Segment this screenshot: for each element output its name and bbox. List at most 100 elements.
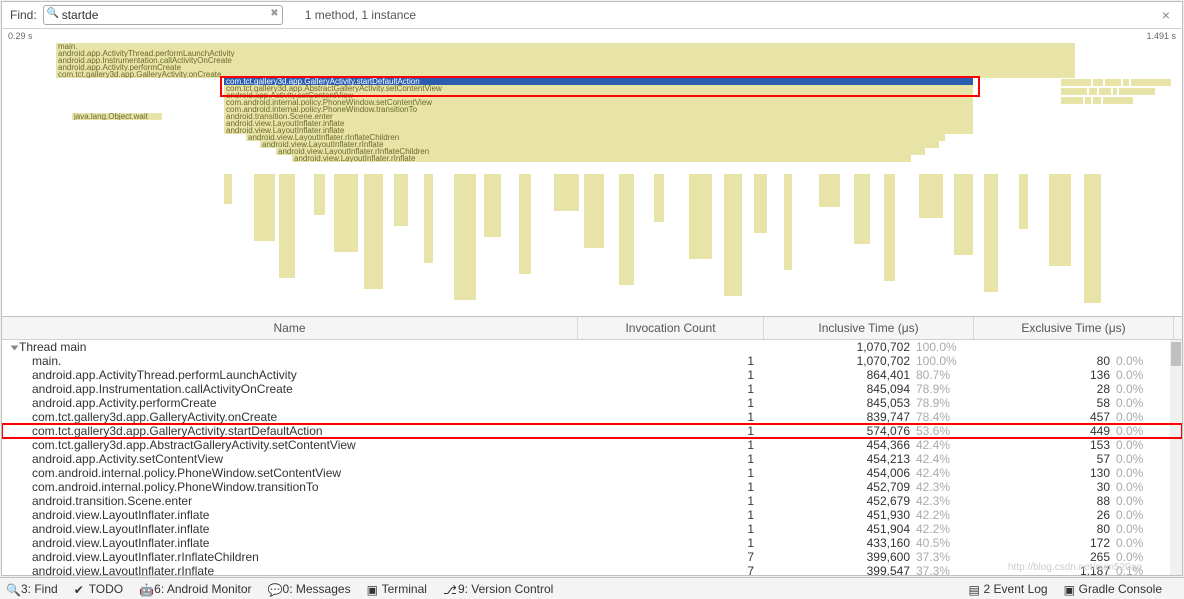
flame-bar[interactable]: android.transition.Scene.enter xyxy=(224,113,974,120)
cell-ic: 1 xyxy=(578,522,764,536)
scroll-thumb[interactable] xyxy=(1171,342,1181,366)
search-icon: 🔍 xyxy=(47,8,59,19)
flame-bar[interactable]: android.view.LayoutInflater.inflate xyxy=(224,127,974,134)
col-inclusive[interactable]: Inclusive Time (μs) xyxy=(764,317,974,339)
sb-monitor[interactable]: 🤖6: Android Monitor xyxy=(139,582,251,596)
flame-bar[interactable]: com.android.internal.policy.PhoneWindow.… xyxy=(224,106,974,113)
cell-etp: 0.0% xyxy=(1114,368,1174,382)
flame-chart[interactable]: 0.29 s 1.491 s main.android.app.Activity… xyxy=(2,29,1182,317)
cell-it: 433,160 xyxy=(764,536,914,550)
cell-itp: 53.6% xyxy=(914,424,974,438)
cell-et: 26 xyxy=(974,508,1114,522)
cell-name: com.tct.gallery3d.app.AbstractGalleryAct… xyxy=(2,438,578,452)
table-header: Name Invocation Count Inclusive Time (μs… xyxy=(2,317,1182,340)
cell-itp: 78.9% xyxy=(914,396,974,410)
cell-it: 454,006 xyxy=(764,466,914,480)
find-input-wrap: 🔍 ✖ xyxy=(43,5,283,25)
table-row[interactable]: android.view.LayoutInflater.rInflateChil… xyxy=(2,550,1182,564)
thread-row[interactable]: Thread main 1,070,702 100.0% xyxy=(2,340,1182,354)
cell-name: android.app.Activity.performCreate xyxy=(2,396,578,410)
flame-bar[interactable]: android.app.Activity.setContentView xyxy=(224,92,974,99)
table-row[interactable]: android.transition.Scene.enter1452,67942… xyxy=(2,494,1182,508)
col-invocation[interactable]: Invocation Count xyxy=(578,317,764,339)
table-row[interactable]: com.android.internal.policy.PhoneWindow.… xyxy=(2,466,1182,480)
watermark: http://blog.csdn.net/qian520ao xyxy=(1008,562,1142,573)
close-icon[interactable]: × xyxy=(1158,7,1174,23)
flame-bar[interactable]: android.app.Activity.performCreate xyxy=(56,64,1076,71)
eventlog-icon: ▤ xyxy=(969,583,981,595)
sb-gradle[interactable]: ▣Gradle Console xyxy=(1064,582,1162,596)
cell-et: 88 xyxy=(974,494,1114,508)
flame-bar[interactable]: com.tct.gallery3d.app.AbstractGalleryAct… xyxy=(224,85,974,92)
find-input[interactable] xyxy=(43,5,283,25)
sb-todo[interactable]: ✔TODO xyxy=(74,582,123,596)
table-row[interactable]: android.app.Activity.setContentView1454,… xyxy=(2,452,1182,466)
sb-find[interactable]: 🔍3: Find xyxy=(6,582,58,596)
sb-messages[interactable]: 💬0: Messages xyxy=(268,582,351,596)
table-row[interactable]: android.view.LayoutInflater.inflate1451,… xyxy=(2,522,1182,536)
table-row[interactable]: com.tct.gallery3d.app.GalleryActivity.st… xyxy=(2,424,1182,438)
flame-bar[interactable]: com.android.internal.policy.PhoneWindow.… xyxy=(224,99,974,106)
cell-name: android.app.Instrumentation.callActivity… xyxy=(2,382,578,396)
flame-bar[interactable]: android.view.LayoutInflater.rInflate xyxy=(260,141,940,148)
table-row[interactable]: android.app.ActivityThread.performLaunch… xyxy=(2,368,1182,382)
cell-etp: 0.0% xyxy=(1114,522,1174,536)
table-row[interactable]: com.tct.gallery3d.app.GalleryActivity.on… xyxy=(2,410,1182,424)
cell-it: 399,600 xyxy=(764,550,914,564)
cell-it: 399,547 xyxy=(764,564,914,575)
cell-etp: 0.0% xyxy=(1114,424,1174,438)
table-row[interactable]: android.app.Activity.performCreate1845,0… xyxy=(2,396,1182,410)
sb-eventlog[interactable]: ▤2 Event Log xyxy=(969,582,1048,596)
cell-itp: 37.3% xyxy=(914,550,974,564)
cell-et: 136 xyxy=(974,368,1114,382)
table-row[interactable]: android.view.LayoutInflater.inflate1451,… xyxy=(2,508,1182,522)
scrollbar[interactable] xyxy=(1170,340,1182,575)
terminal-icon: ▣ xyxy=(367,583,379,595)
flame-bar[interactable]: android.view.LayoutInflater.rInflateChil… xyxy=(276,148,926,155)
timeline-start: 0.29 s xyxy=(8,31,33,41)
cell-etp: 0.0% xyxy=(1114,536,1174,550)
cell-et: 153 xyxy=(974,438,1114,452)
find-status: 1 method, 1 instance xyxy=(305,8,416,22)
cell-name: android.view.LayoutInflater.inflate xyxy=(2,522,578,536)
table-row[interactable]: main.11,070,702100.0%800.0% xyxy=(2,354,1182,368)
cell-it: 864,401 xyxy=(764,368,914,382)
col-name[interactable]: Name xyxy=(2,317,578,339)
flame-bar[interactable]: main. xyxy=(56,43,1076,50)
sb-vc[interactable]: ⎇9: Version Control xyxy=(443,582,553,596)
sb-terminal[interactable]: ▣Terminal xyxy=(367,582,427,596)
flame-bar[interactable]: android.app.ActivityThread.performLaunch… xyxy=(56,50,1076,57)
flame-bar[interactable]: com.tct.gallery3d.app.GalleryActivity.st… xyxy=(224,78,974,85)
cell-name: android.view.LayoutInflater.inflate xyxy=(2,536,578,550)
cell-it: 452,709 xyxy=(764,480,914,494)
flame-bar[interactable]: java.lang.Object.wait xyxy=(72,113,162,120)
table-row[interactable]: android.app.Instrumentation.callActivity… xyxy=(2,382,1182,396)
cell-name: android.app.Activity.setContentView xyxy=(2,452,578,466)
table-row[interactable]: com.tct.gallery3d.app.AbstractGalleryAct… xyxy=(2,438,1182,452)
col-exclusive[interactable]: Exclusive Time (μs) xyxy=(974,317,1174,339)
flame-bar[interactable]: android.view.LayoutInflater.inflate xyxy=(224,120,974,127)
expand-icon[interactable] xyxy=(11,345,19,350)
cell-itp: 42.2% xyxy=(914,522,974,536)
flame-bar[interactable]: android.view.LayoutInflater.rInflateChil… xyxy=(246,134,946,141)
cell-ic: 1 xyxy=(578,494,764,508)
cell-name: android.view.LayoutInflater.rInflate xyxy=(2,564,578,575)
flame-bar[interactable]: android.app.Instrumentation.callActivity… xyxy=(56,57,1076,64)
cell-name: main. xyxy=(2,354,578,368)
table-row[interactable]: com.android.internal.policy.PhoneWindow.… xyxy=(2,480,1182,494)
clear-icon[interactable]: ✖ xyxy=(270,8,278,19)
cell-ic: 1 xyxy=(578,368,764,382)
cell-it: 574,076 xyxy=(764,424,914,438)
cell-itp: 42.3% xyxy=(914,480,974,494)
table-row[interactable]: android.view.LayoutInflater.rInflate7399… xyxy=(2,564,1182,575)
cell-name: android.transition.Scene.enter xyxy=(2,494,578,508)
cell-ic: 1 xyxy=(578,536,764,550)
table-row[interactable]: android.view.LayoutInflater.inflate1433,… xyxy=(2,536,1182,550)
flame-bar[interactable]: android.view.LayoutInflater.rInflate xyxy=(292,155,912,162)
timeline-end: 1.491 s xyxy=(1146,31,1176,41)
cell-ic: 1 xyxy=(578,466,764,480)
cell-etp: 0.0% xyxy=(1114,466,1174,480)
cell-et: 28 xyxy=(974,382,1114,396)
flame-bar[interactable]: com.tct.gallery3d.app.GalleryActivity.on… xyxy=(56,71,1076,78)
cell-et: 457 xyxy=(974,410,1114,424)
